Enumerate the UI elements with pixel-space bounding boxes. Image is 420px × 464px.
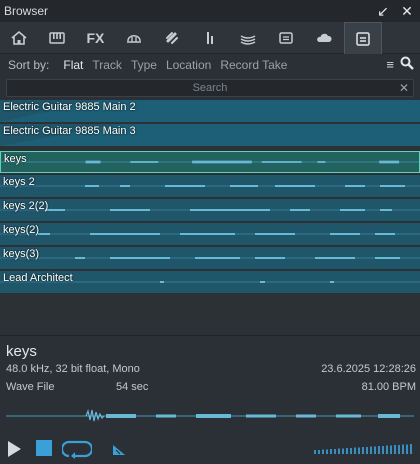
tab-fx[interactable]: FX [76, 22, 114, 54]
waveform-thumbnail [1, 160, 419, 164]
hamburger-menu-icon[interactable]: ≡ [386, 57, 394, 72]
clear-search-icon[interactable]: ✕ [399, 80, 409, 96]
file-list: Electric Guitar 9885 Main 2 Electric Gui… [0, 100, 420, 332]
file-date: 23.6.2025 12:28:26 [321, 363, 416, 375]
file-name: keys(3) [3, 248, 40, 260]
tab-io[interactable] [191, 22, 229, 54]
sort-option-type[interactable]: Type [131, 58, 157, 72]
file-name: keys(2) [3, 224, 40, 236]
file-name: keys 2(2) [3, 200, 49, 212]
list-item[interactable]: keys(3) [0, 247, 420, 269]
volume-slider[interactable] [314, 444, 414, 456]
waveform-thumbnail [0, 209, 420, 211]
file-tempo: 81.00 BPM [361, 381, 416, 393]
file-name: Electric Guitar 9885 Main 2 [3, 101, 136, 113]
title-bar: Browser ↙ ✕ [0, 0, 420, 22]
audio-format: 48.0 kHz, 32 bit float, Mono [6, 363, 140, 375]
waveform-thumbnail [0, 185, 420, 187]
cloud-icon [317, 33, 332, 42]
browser-tabs: FX [0, 22, 420, 54]
selected-file-name: keys [6, 343, 37, 360]
auto-play-icon[interactable] [112, 444, 126, 456]
search-icon[interactable] [400, 56, 414, 73]
link-icon [165, 32, 178, 44]
folder-icon [279, 32, 294, 44]
loop-icon [126, 35, 141, 43]
loop-toggle-icon[interactable] [62, 439, 92, 459]
window-title: Browser [4, 4, 49, 18]
search-input[interactable] [7, 80, 413, 96]
file-duration: 54 sec [116, 381, 149, 393]
keyboard-icon [49, 32, 65, 44]
file-type: Wave File [6, 381, 55, 393]
collapse-arrow-icon[interactable]: ↙ [376, 2, 390, 20]
tray-icon [355, 31, 370, 46]
list-item[interactable]: keys(2) [0, 223, 420, 245]
list-item[interactable]: Electric Guitar 9885 Main 3 [0, 124, 420, 146]
tab-cloud[interactable] [305, 22, 343, 54]
preview-transport [0, 436, 420, 464]
layers-icon [240, 35, 256, 45]
list-item[interactable]: Electric Guitar 9885 Main 2 [0, 100, 420, 122]
waveform-thumbnail [0, 233, 420, 235]
fx-label: FX [86, 30, 105, 46]
tab-home[interactable] [0, 22, 38, 54]
list-item[interactable]: Lead Architect [0, 271, 420, 293]
sort-option-flat[interactable]: Flat [63, 58, 83, 72]
file-name: Electric Guitar 9885 Main 3 [3, 125, 136, 137]
file-name: keys 2 [3, 176, 35, 188]
tab-loops[interactable] [115, 22, 153, 54]
home-icon [11, 30, 27, 45]
file-name: Lead Architect [3, 272, 73, 284]
stop-icon[interactable] [36, 440, 52, 456]
sort-option-record-take[interactable]: Record Take [220, 58, 287, 72]
sort-bar: Sort by: Flat Track Type Location Record… [0, 54, 420, 76]
search-field[interactable]: ✕ [6, 79, 414, 97]
sort-option-location[interactable]: Location [166, 58, 211, 72]
close-icon[interactable]: ✕ [400, 2, 414, 20]
file-name: keys [4, 153, 27, 165]
tab-pool[interactable] [153, 22, 191, 54]
tab-instruments[interactable] [38, 22, 76, 54]
sort-by-label: Sort by: [8, 58, 50, 72]
tab-sounds[interactable] [229, 22, 267, 54]
play-icon[interactable] [6, 439, 22, 459]
list-item[interactable]: keys 2(2) [0, 199, 420, 221]
list-item[interactable]: keys 2 [0, 175, 420, 197]
tab-files[interactable] [267, 22, 305, 54]
waveform-thumbnail [0, 257, 420, 259]
io-icon [206, 32, 213, 44]
preview-waveform[interactable] [6, 402, 414, 430]
list-item-selected[interactable]: keys [0, 151, 420, 173]
sort-option-track[interactable]: Track [92, 58, 122, 72]
tab-pool-files[interactable] [343, 22, 382, 54]
